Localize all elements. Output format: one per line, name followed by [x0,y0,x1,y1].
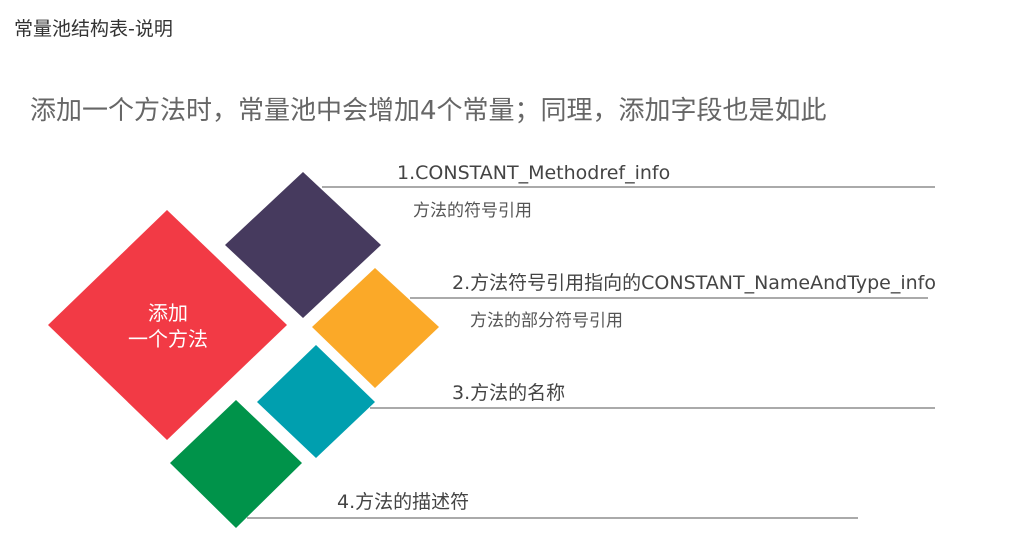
center-label: 添加 一个方法 [98,300,238,352]
center-line-1: 添加 [148,301,188,325]
center-line-2: 一个方法 [128,327,208,351]
item-4-label: 4.方法的描述符 [337,491,470,513]
item-1-desc: 方法的符号引用 [413,201,532,221]
item-1-label: 1.CONSTANT_Methodref_info [397,162,671,184]
item-2-label: 2.方法符号引用指向的CONSTANT_NameAndType_info [452,272,936,294]
item-3-label: 3.方法的名称 [452,382,566,404]
item-2-desc: 方法的部分符号引用 [470,311,623,331]
